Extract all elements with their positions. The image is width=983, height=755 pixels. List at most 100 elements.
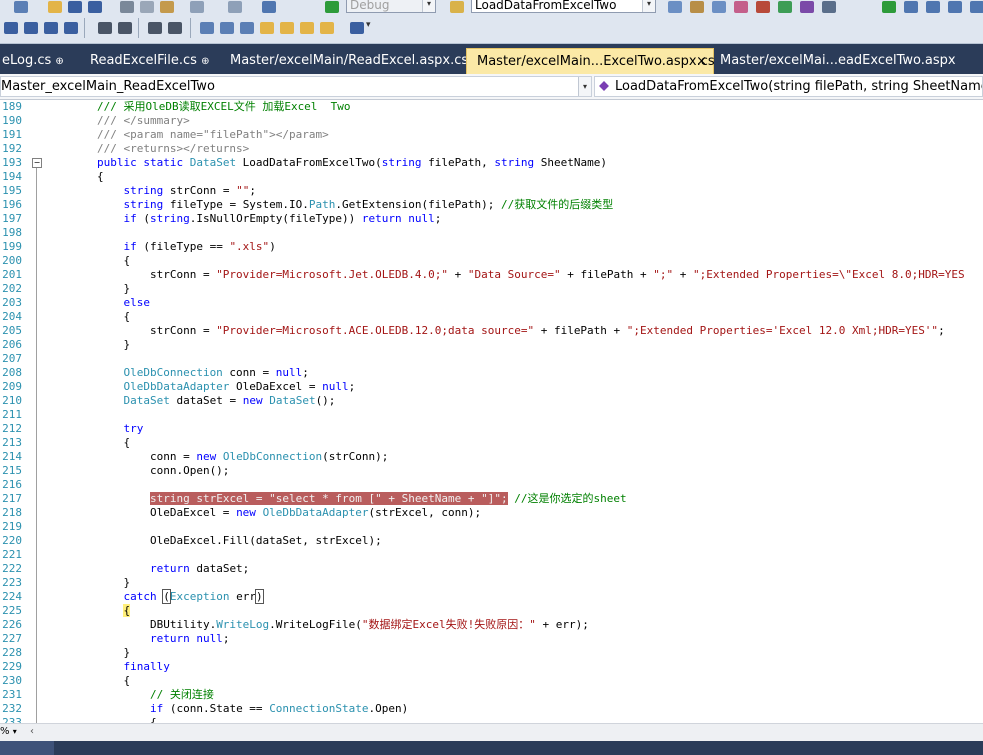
clear-bookmarks-icon[interactable] (350, 22, 364, 34)
next-bookmark-doc-icon[interactable] (320, 22, 334, 34)
server-explorer-icon[interactable] (778, 1, 792, 13)
outline-line (36, 168, 37, 723)
properties-icon[interactable] (712, 1, 726, 13)
comment-icon[interactable] (148, 22, 162, 34)
extension-manager-icon[interactable] (822, 1, 836, 13)
code-token: (strConn); (322, 450, 389, 463)
uncomment-icon[interactable] (168, 22, 182, 34)
table-icon[interactable] (14, 1, 28, 13)
code-line: { (44, 604, 131, 618)
code-line: OleDbDataAdapter OleDaExcel = null; (44, 380, 355, 394)
type-combo-value: Master_excelMain_ReadExcelTwo (1, 79, 215, 94)
redo-icon[interactable] (228, 1, 242, 13)
copy-icon[interactable] (140, 1, 154, 13)
start-debug-icon[interactable] (325, 1, 339, 13)
code-token: finally (44, 660, 170, 673)
code-token: ";Extended Properties=\"Excel 8.0;HDR=YE… (693, 268, 965, 281)
code-token: ; (434, 212, 442, 225)
bookmark-icon[interactable] (200, 22, 214, 34)
code-token: { (44, 436, 131, 449)
prev-bookmark-icon[interactable] (220, 22, 234, 34)
code-token: OleDaExcel.Fill(dataSet, strExcel); (44, 534, 382, 547)
find-icon[interactable] (668, 1, 682, 13)
code-token: OleDbConnection (44, 366, 223, 379)
tab-readexcelfile[interactable]: ReadExcelFile.cs ⊕ (80, 48, 220, 74)
tab-readexceltwo-aspx-cs[interactable]: Master/excelMain...ExcelTwo.aspx.cs × (466, 48, 715, 75)
solution-configuration-combo[interactable]: Debug ▾ (346, 0, 436, 13)
window-icon[interactable] (970, 1, 983, 13)
open-icon[interactable] (48, 1, 62, 13)
line-number: 212 (2, 422, 22, 435)
scroll-left-icon[interactable]: ‹ (30, 726, 34, 737)
word-complete-icon[interactable] (64, 22, 78, 34)
tab-readexcel-aspx-cs[interactable]: Master/excelMain/ReadExcel.aspx.cs (220, 48, 469, 74)
code-line: DataSet dataSet = new DataSet(); (44, 394, 335, 408)
line-number: 232 (2, 702, 22, 715)
code-editor[interactable]: 189 190 191 192 193 194 195 196 197 198 199 200 201 2… (0, 100, 983, 723)
solution-explorer-icon[interactable] (690, 1, 704, 13)
tab-elog[interactable]: eLog.cs ⊕ (0, 48, 74, 74)
code-token: //这是你选定的sheet (514, 492, 627, 505)
code-token: new (236, 506, 263, 519)
next-bookmark-icon[interactable] (240, 22, 254, 34)
decrease-indent-icon[interactable] (98, 22, 112, 34)
code-line: else (44, 296, 150, 310)
code-token: DataSet (189, 156, 237, 169)
code-line: /// <param name="filePath"></param> (44, 128, 329, 142)
object-browser-icon[interactable] (734, 1, 748, 13)
code-token: ".xls" (229, 240, 270, 253)
save-all-icon[interactable] (88, 1, 102, 13)
line-number: 216 (2, 478, 22, 491)
code-token: try (44, 422, 144, 435)
next-bookmark-folder-icon[interactable] (280, 22, 294, 34)
navigate-back-icon[interactable] (262, 1, 276, 13)
code-text-area[interactable]: /// 采用OleDB读取EXCEL文件 加载Excel Two /// </s… (44, 100, 983, 723)
line-number-gutter: 189 190 191 192 193 194 195 196 197 198 199 200 201 2… (0, 100, 28, 723)
collapse-icon[interactable]: − (32, 158, 42, 168)
code-token: (conn.State == (163, 702, 270, 715)
close-icon[interactable]: × (696, 49, 707, 75)
increase-indent-icon[interactable] (118, 22, 132, 34)
zoom-combo[interactable]: % ▾ (0, 724, 28, 740)
member-list-icon[interactable] (4, 22, 18, 34)
find-combo[interactable]: LoadDataFromExcelTwo ▾ (471, 0, 656, 13)
code-token: WriteLog (216, 618, 270, 631)
chevron-down-icon[interactable]: ▾ (366, 20, 371, 30)
save-icon[interactable] (68, 1, 82, 13)
cut-icon[interactable] (120, 1, 134, 13)
chevron-down-icon: ▾ (12, 727, 17, 736)
breakpoint-icon[interactable] (948, 1, 962, 13)
quick-info-icon[interactable] (44, 22, 58, 34)
toolbox-icon[interactable] (756, 1, 770, 13)
undo-icon[interactable] (190, 1, 204, 13)
tab-label: Master/excelMain/ReadExcel.aspx.cs (230, 53, 469, 68)
pin-icon: ⊕ (55, 56, 64, 67)
paste-icon[interactable] (160, 1, 174, 13)
code-token: ; (302, 366, 309, 379)
step-over-icon[interactable] (882, 1, 896, 13)
pin-icon: ⊕ (201, 56, 210, 67)
prev-bookmark-doc-icon[interactable] (300, 22, 314, 34)
code-line: /// </summary> (44, 114, 190, 128)
parameter-info-icon[interactable] (24, 22, 38, 34)
line-number: 221 (2, 548, 22, 561)
code-line: string fileType = System.IO.Path.GetExte… (44, 198, 613, 212)
step-into-icon[interactable] (904, 1, 918, 13)
prev-bookmark-folder-icon[interactable] (260, 22, 274, 34)
step-out-icon[interactable] (926, 1, 940, 13)
code-token: if (44, 702, 164, 715)
code-token: .Open) (368, 702, 409, 715)
line-number: 227 (2, 632, 22, 645)
code-token: LoadDataFromExcelTwo( (236, 156, 382, 169)
type-combo[interactable]: Master_excelMain_ReadExcelTwo ▾ (0, 76, 592, 97)
chevron-down-icon: ▾ (642, 0, 655, 12)
tab-readexceltwo-aspx[interactable]: Master/excelMai...eadExcelTwo.aspx (710, 48, 956, 74)
horizontal-scrollbar[interactable]: % ▾ ‹ (0, 723, 983, 741)
code-token: "Data Source=" (467, 268, 561, 281)
find-in-files-icon[interactable] (450, 1, 464, 13)
outlining-margin: − (28, 100, 44, 723)
member-combo[interactable]: LoadDataFromExcelTwo(string filePath, st… (594, 76, 983, 97)
code-line: if (string.IsNullOrEmpty(fileType)) retu… (44, 212, 441, 226)
start-page-icon[interactable] (800, 1, 814, 13)
